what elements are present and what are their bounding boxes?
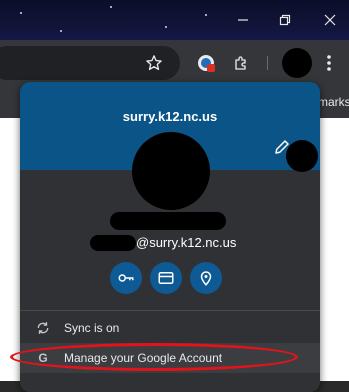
email-domain: @surry.k12.nc.us (136, 235, 237, 250)
puzzle-icon (235, 56, 246, 70)
minimize-icon (238, 19, 248, 21)
star-decoration (60, 30, 62, 32)
payment-methods-button[interactable] (150, 262, 182, 294)
redacted-name (110, 212, 226, 230)
star-decoration (165, 26, 167, 28)
sync-status-item[interactable]: Sync is on (20, 313, 320, 343)
passwords-button[interactable] (110, 262, 142, 294)
avatar (286, 140, 318, 172)
location-icon (200, 271, 212, 286)
chrome-menu-button[interactable] (318, 52, 340, 74)
sync-icon (32, 321, 54, 335)
toolbar-divider (267, 56, 268, 70)
star-decoration (205, 14, 207, 16)
page-content (320, 118, 349, 381)
profile-picture (132, 132, 210, 210)
restore-button[interactable] (270, 6, 300, 34)
star-decoration (110, 6, 112, 8)
card-icon (158, 272, 174, 284)
more-vert-icon (327, 55, 331, 71)
redacted-email-user (90, 235, 136, 251)
restore-icon (279, 14, 291, 26)
sync-label: Sync is on (64, 321, 120, 335)
bookmark-star-button[interactable] (143, 52, 165, 74)
extensions-menu-button[interactable] (231, 52, 253, 74)
bookmarks-label[interactable]: marks (318, 95, 349, 109)
close-icon (324, 14, 336, 26)
star-decoration (20, 12, 22, 14)
divider (20, 310, 320, 311)
star-icon (146, 55, 162, 71)
email-row: @surry.k12.nc.us (90, 233, 290, 253)
page-content (0, 118, 20, 381)
highlight-annotation (10, 343, 298, 371)
extension-badge-icon (198, 55, 215, 72)
title-bar (0, 0, 349, 40)
profile-avatar-button[interactable] (282, 48, 312, 78)
minimize-button[interactable] (228, 6, 258, 34)
extension-button[interactable] (195, 52, 217, 74)
close-window-button[interactable] (315, 6, 345, 34)
organization-name: surry.k12.nc.us (122, 109, 218, 124)
addresses-button[interactable] (190, 262, 222, 294)
key-icon (118, 274, 134, 282)
